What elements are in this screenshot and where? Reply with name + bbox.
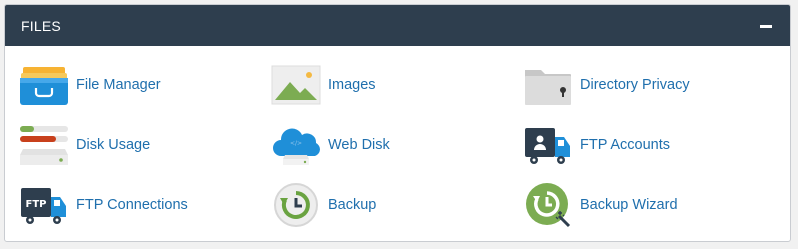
disk-usage-label: Disk Usage [76,137,151,153]
directory-privacy-icon [523,62,573,108]
disk-usage-link[interactable]: Disk Usage [19,122,150,168]
directory-privacy-link[interactable]: Directory Privacy [523,62,690,108]
files-panel: FILES File Manager Images Directory Priv… [4,4,791,242]
backup-link[interactable]: Backup [271,182,376,228]
ftp-connections-label: FTP Connections [76,197,188,213]
ftp-connections-icon: FTP [19,182,69,228]
file-manager-label: File Manager [76,77,161,93]
web-disk-label: Web Disk [328,137,390,153]
ftp-connections-link[interactable]: FTP FTP Connections [19,182,188,228]
web-disk-link[interactable]: </> Web Disk [271,122,390,168]
web-disk-icon: </> [271,122,321,168]
file-manager-link[interactable]: File Manager [19,62,161,108]
ftp-accounts-label: FTP Accounts [580,137,670,153]
collapse-minus-icon[interactable] [758,18,774,34]
panel-title: FILES [21,17,61,34]
ftp-accounts-icon [523,122,573,168]
files-panel-header[interactable]: FILES [5,5,790,46]
directory-privacy-label: Directory Privacy [580,77,690,93]
backup-wizard-icon [523,182,573,228]
disk-usage-icon [19,122,69,168]
images-label: Images [328,77,376,93]
svg-text:</>: </> [290,140,302,147]
backup-icon [271,182,321,228]
backup-label: Backup [328,197,377,213]
file-manager-icon [19,62,69,108]
backup-wizard-link[interactable]: Backup Wizard [523,182,678,228]
backup-wizard-label: Backup Wizard [580,197,678,213]
files-grid: File Manager Images Directory Privacy Di… [5,46,790,241]
ftp-accounts-link[interactable]: FTP Accounts [523,122,670,168]
images-link[interactable]: Images [271,62,376,108]
ftp-icon-text: FTP [26,199,47,210]
images-icon [271,62,321,108]
